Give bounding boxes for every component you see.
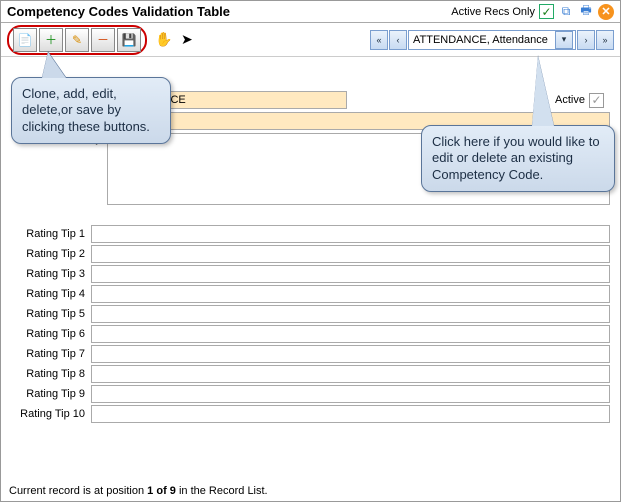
print-icon[interactable]: 🖶: [578, 4, 594, 20]
tip-label: Rating Tip 6: [11, 328, 91, 340]
close-icon[interactable]: ✕: [598, 4, 614, 20]
tip-label: Rating Tip 2: [11, 248, 91, 260]
edit-button[interactable]: ✎: [65, 28, 89, 52]
callout-select-text: Click here if you would like to edit or …: [432, 134, 600, 182]
crud-button-group: 📄 ＋ ✎ － 💾: [7, 25, 147, 55]
nav-next-button[interactable]: ›: [577, 30, 595, 50]
tip-field-9[interactable]: [91, 385, 610, 403]
save-button[interactable]: 💾: [117, 28, 141, 52]
tip-row: Rating Tip 2: [11, 245, 610, 263]
callout-select: Click here if you would like to edit or …: [421, 125, 615, 192]
tip-field-3[interactable]: [91, 265, 610, 283]
tip-label: Rating Tip 8: [11, 368, 91, 380]
active-checkbox[interactable]: ✓: [589, 93, 604, 108]
status-suffix: in the Record List.: [176, 485, 268, 497]
tip-label: Rating Tip 1: [11, 228, 91, 240]
tip-label: Rating Tip 9: [11, 388, 91, 400]
app-window: Competency Codes Validation Table Active…: [0, 0, 621, 502]
active-label: Active: [555, 94, 585, 106]
delete-button[interactable]: －: [91, 28, 115, 52]
tip-field-4[interactable]: [91, 285, 610, 303]
tip-row: Rating Tip 1: [11, 225, 610, 243]
hand-icon[interactable]: ✋: [153, 29, 175, 51]
record-navigator: « ‹ ATTENDANCE, Attendance ▾ › »: [370, 30, 614, 50]
callout-crud-text: Clone, add, edit, delete,or save by clic…: [22, 86, 150, 134]
tip-label: Rating Tip 3: [11, 268, 91, 280]
nav-first-button[interactable]: «: [370, 30, 388, 50]
tip-field-7[interactable]: [91, 345, 610, 363]
status-position: 1 of 9: [147, 485, 176, 497]
tip-label: Rating Tip 4: [11, 288, 91, 300]
title-bar: Competency Codes Validation Table Active…: [1, 1, 620, 23]
page-title: Competency Codes Validation Table: [7, 4, 230, 19]
tip-row: Rating Tip 9: [11, 385, 610, 403]
tip-label: Rating Tip 5: [11, 308, 91, 320]
copy-icon[interactable]: ⧉: [558, 4, 574, 20]
clone-button[interactable]: 📄: [13, 28, 37, 52]
record-select[interactable]: ATTENDANCE, Attendance ▾: [408, 30, 576, 50]
tip-row: Rating Tip 3: [11, 265, 610, 283]
cursor-icon: ➤: [181, 31, 193, 48]
tip-row: Rating Tip 4: [11, 285, 610, 303]
tip-label: Rating Tip 7: [11, 348, 91, 360]
chevron-down-icon: ▾: [555, 31, 573, 49]
tip-row: Rating Tip 7: [11, 345, 610, 363]
toolbar: 📄 ＋ ✎ － 💾 ✋ ➤ « ‹ ATTENDANCE, Attendance…: [1, 23, 620, 57]
tip-row: Rating Tip 8: [11, 365, 610, 383]
tip-row: Rating Tip 5: [11, 305, 610, 323]
tip-field-10[interactable]: [91, 405, 610, 423]
record-select-value: ATTENDANCE, Attendance: [413, 34, 548, 46]
add-button[interactable]: ＋: [39, 28, 63, 52]
tip-label: Rating Tip 10: [11, 408, 91, 420]
active-wrap: Active ✓: [555, 93, 610, 108]
active-recs-checkbox[interactable]: ✓: [539, 4, 554, 19]
tip-row: Rating Tip 10: [11, 405, 610, 423]
nav-prev-button[interactable]: ‹: [389, 30, 407, 50]
tip-field-1[interactable]: [91, 225, 610, 243]
status-prefix: Current record is at position: [9, 485, 147, 497]
status-bar: Current record is at position 1 of 9 in …: [9, 485, 268, 497]
tip-field-6[interactable]: [91, 325, 610, 343]
tip-field-5[interactable]: [91, 305, 610, 323]
tip-row: Rating Tip 6: [11, 325, 610, 343]
callout-crud: Clone, add, edit, delete,or save by clic…: [11, 77, 171, 144]
tip-field-2[interactable]: [91, 245, 610, 263]
nav-last-button[interactable]: »: [596, 30, 614, 50]
tip-field-8[interactable]: [91, 365, 610, 383]
rating-tips: Rating Tip 1 Rating Tip 2 Rating Tip 3 R…: [11, 225, 610, 423]
title-controls: Active Recs Only ✓ ⧉ 🖶 ✕: [451, 4, 614, 20]
active-recs-label: Active Recs Only: [451, 6, 535, 18]
